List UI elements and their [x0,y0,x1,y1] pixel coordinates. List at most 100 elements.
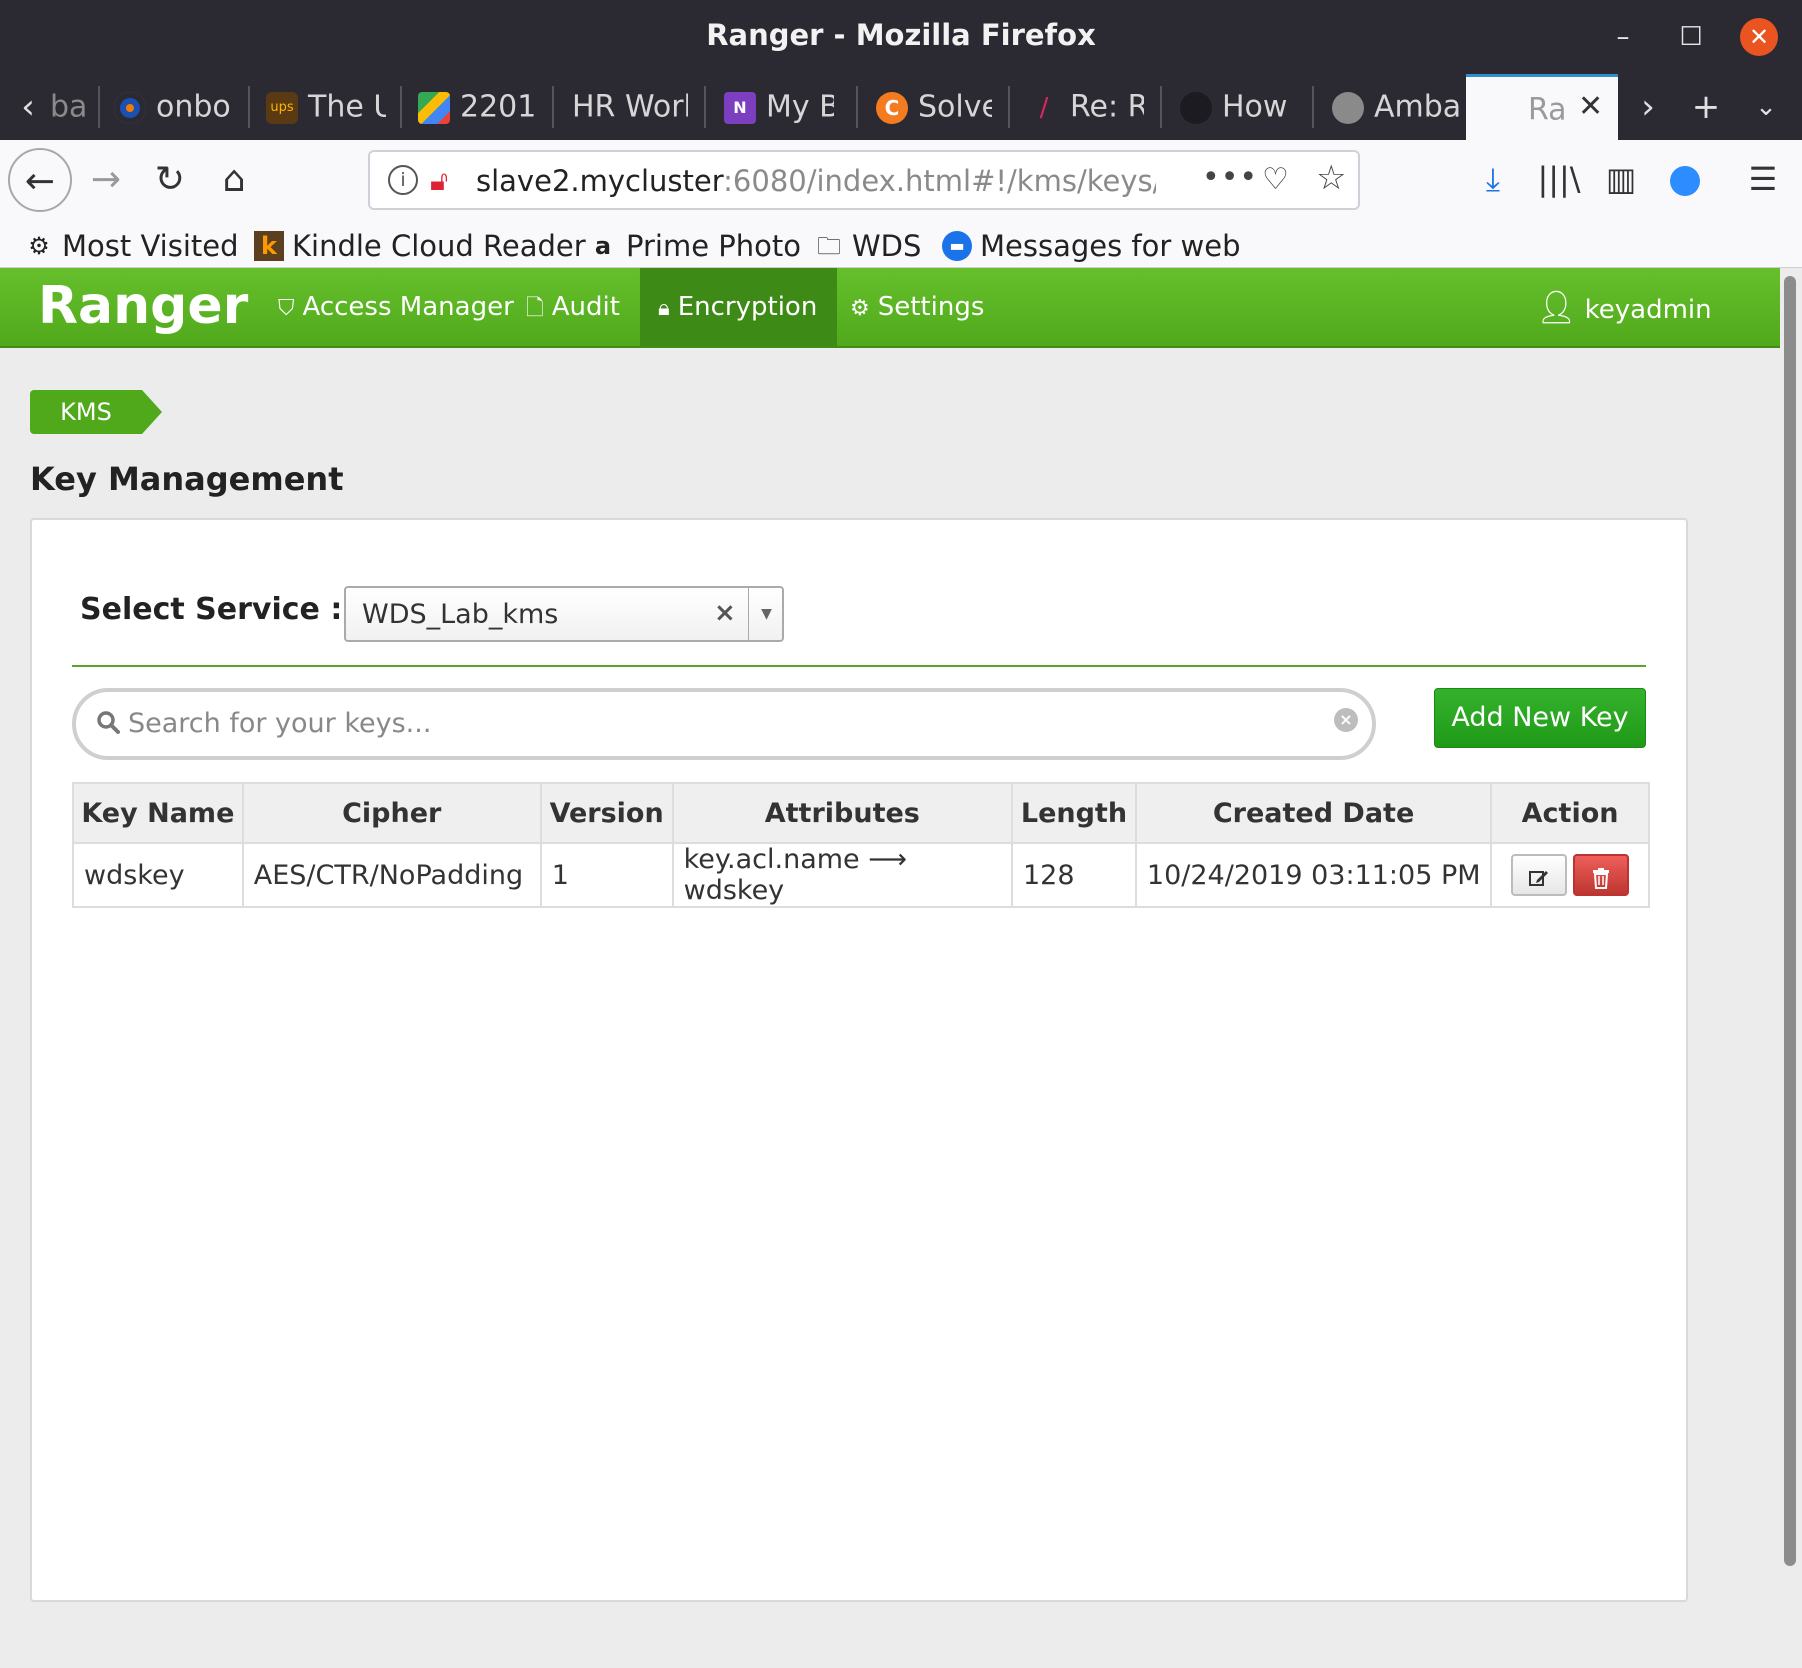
cell-length: 128 [1011,842,1137,908]
ranger-logo[interactable]: Ranger [38,276,248,336]
bookmark-messages[interactable]: ▬ Messages for web [942,224,1241,264]
edit-key-button[interactable] [1511,854,1568,896]
reload-icon[interactable]: ↻ [138,148,202,212]
nav-settings[interactable]: ⚙ Settings [850,268,984,346]
dropdown-arrow-icon[interactable]: ▼ [748,588,784,640]
col-header-version[interactable]: Version [539,782,674,844]
tab-label: HR Work [572,89,688,125]
nav-encryption[interactable]: 🔒︎ Encryption [640,268,838,346]
pocket-icon[interactable]: ♡ [1262,162,1289,197]
scroll-tabs-right-icon[interactable]: › [1630,74,1666,140]
add-new-key-button[interactable]: Add New Key [1434,688,1646,748]
tab-separator [856,86,858,128]
bookmark-kindle[interactable]: k Kindle Cloud Reader [254,224,586,264]
insecure-lock-icon[interactable]: 🔓︎ [430,164,448,198]
list-all-tabs-icon[interactable]: ⌄ [1748,74,1784,140]
search-input[interactable] [128,702,1288,744]
breadcrumb-arrow [142,390,162,434]
cell-attributes: key.acl.name ⟶ wdskey [671,842,1014,908]
tab-active-ranger[interactable]: Ra ✕ [1466,74,1618,140]
col-header-length[interactable]: Length [1011,782,1137,844]
tab-1[interactable]: onbo [114,74,234,140]
col-header-cipher[interactable]: Cipher [241,782,542,844]
tab-separator [98,86,100,128]
solve-icon: C [876,91,908,124]
user-icon: 👤︎ [1536,288,1577,326]
key-search-box[interactable]: × [72,688,1376,760]
library-icon[interactable]: |||\ [1534,154,1584,204]
breadcrumb[interactable]: KMS [30,390,162,434]
tab-label: 2201 [460,89,537,125]
tab-label: The U [308,89,386,125]
tab-label: Re: R [1070,89,1144,125]
bookmarks-bar: ⚙ Most Visited k Kindle Cloud Reader a Prim… [0,220,1802,268]
bookmark-prime-photo[interactable]: a Prime Photo [588,224,801,264]
folder-icon: 🗀 [817,232,841,260]
clear-selection-icon[interactable]: × [714,598,736,628]
page-actions-icon[interactable]: ••• [1202,160,1258,195]
select-service-label: Select Service : [80,592,343,627]
bookmark-label: WDS [852,229,922,263]
col-header-created-date[interactable]: Created Date [1134,782,1493,844]
scroll-tabs-left-icon[interactable]: ‹ [10,74,46,140]
bookmark-most-visited[interactable]: ⚙ Most Visited [24,224,239,264]
tab-3[interactable]: 2201 [418,74,538,140]
bookmark-wds-folder[interactable]: 🗀 WDS [814,224,921,264]
url-bar[interactable]: i 🔓︎ slave2.mycluster:6080/index.html#!/… [368,150,1360,210]
cell-key-name: wdskey [72,842,244,908]
zoom-icon[interactable] [1660,154,1710,204]
tab-5[interactable]: N My B [724,74,834,140]
bookmark-label: Prime Photo [626,229,801,263]
ups-icon: ups [266,91,298,124]
tab-separator [704,86,706,128]
nav-access-manager[interactable]: ⛉ Access Manager [278,268,514,346]
tab-strip: ‹ ba onbo ups The U 2201 HR Work N My B CS… [0,74,1802,140]
bookmark-star-icon[interactable]: ☆ [1316,158,1346,198]
gear-icon: ⚙ [850,296,870,321]
close-window-button[interactable]: ✕ [1740,18,1778,56]
tab-8[interactable]: How [1180,74,1296,140]
sidebar-icon[interactable]: ▥ [1596,154,1646,204]
nav-audit[interactable]: 🗋 Audit [526,268,620,346]
tab-separator [1160,86,1162,128]
tab-separator [1312,86,1314,128]
url-path: :6080/index.html#!/kms/keys/ed [723,164,1156,198]
tab-6[interactable]: C Solve [876,74,992,140]
delete-key-button[interactable] [1573,854,1630,896]
tab-separator [248,86,250,128]
tab-0[interactable]: ba [50,74,100,140]
tab-7[interactable]: / Re: R [1028,74,1144,140]
menu-icon[interactable]: ☰ [1738,154,1788,204]
search-icon [97,711,120,734]
forward-icon[interactable]: → [74,148,138,212]
home-icon[interactable]: ⌂ [202,148,266,212]
tab-separator [552,86,554,128]
url-text[interactable]: slave2.mycluster:6080/index.html#!/kms/k… [476,164,1156,198]
url-host: slave2.mycluster [476,164,724,198]
messages-icon: ▬ [942,231,972,261]
info-icon[interactable]: i [388,165,418,195]
download-icon[interactable]: ⤓ [1468,154,1518,204]
col-header-key-name[interactable]: Key Name [72,782,244,844]
tab-2[interactable]: ups The U [266,74,386,140]
close-tab-icon[interactable]: ✕ [1578,77,1603,140]
bookmark-label: Most Visited [62,229,239,263]
maximize-button[interactable]: ☐ [1672,18,1710,56]
nav-label: Access Manager [302,292,514,322]
onenote-icon: N [724,91,756,124]
user-menu[interactable]: 👤︎ keyadmin [1536,268,1712,346]
back-icon[interactable]: ← [8,148,72,212]
tab-label: How [1222,89,1288,125]
col-header-attributes[interactable]: Attributes [671,782,1014,844]
bookmark-label: Messages for web [980,229,1241,263]
service-select[interactable]: WDS_Lab_kms × ▼ [344,586,784,642]
clear-search-icon[interactable]: × [1334,708,1358,732]
new-tab-icon[interactable]: + [1688,74,1724,140]
page-scrollbar-thumb[interactable] [1784,276,1796,1566]
ranger-navbar: Ranger ⛉ Access Manager 🗋 Audit 🔒︎ Encrypti… [0,268,1780,348]
breadcrumb-kms[interactable]: KMS [30,390,142,434]
tab-9[interactable]: Amba [1332,74,1464,140]
minimize-button[interactable]: – [1604,18,1642,56]
gear-icon: ⚙ [28,232,50,260]
tab-4[interactable]: HR Work [572,74,688,140]
